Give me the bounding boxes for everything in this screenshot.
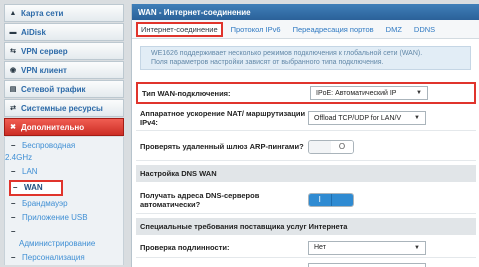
info-line: Поля параметров настройки зависят от выб… [151,58,384,66]
nat-value: Offload TCP/UDP for LAN/V [314,114,402,122]
sidebar: ▲ Карта сети ▬ AiDisk ⇆ VPN сервер ◉ VPN… [4,4,124,267]
wan-type-value: IPoE: Автоматический IP [316,89,397,97]
dns-section-header: Настройка DNS WAN [136,165,476,182]
submenu-item-label: WAN [24,183,43,192]
auth-label: Проверка подлинности: [140,243,230,252]
isp-section-header: Специальные требования поставщика услуг … [136,218,476,235]
wan-type-label: Тип WAN-подключения: [142,88,231,98]
sidebar-item-label: Сетевой трафик [21,84,86,94]
sidebar-item-vpn-client[interactable]: ◉ VPN клиент [4,61,124,79]
info-box: WE1626 поддерживает несколько режимов по… [140,46,471,70]
dash-icon: – [11,167,16,176]
auth-row: Проверка подлинности: Нет ▼ [136,238,476,258]
arp-label: Проверять удаленный шлюз ARP-пингами? [140,142,304,151]
tab-bar: Интернет-соединение Протокол IPv6 Переад… [132,20,479,39]
submenu-item-label: Беспроводная [22,141,76,150]
tab-ddns[interactable]: DDNS [414,25,435,34]
tab-port-forwarding[interactable]: Переадресация портов [293,25,374,34]
sidebar-item-vpn-server[interactable]: ⇆ VPN сервер [4,42,124,60]
next-field-input[interactable] [308,263,426,267]
nat-label: Аппаратное ускорение NAT/ маршрутизации … [140,109,306,127]
submenu-item-admin-dash: – [5,225,123,239]
sidebar-item-label: Карта сети [21,8,64,18]
disk-icon: ▬ [9,28,17,36]
vpn-server-icon: ⇆ [10,48,16,55]
sidebar-item-network-map[interactable]: ▲ Карта сети [4,4,124,22]
toggle-on-label: I [309,193,332,206]
submenu-item-usb[interactable]: – Приложение USB [5,211,123,225]
submenu-item-label: Персонализация [22,253,85,262]
sidebar-item-traffic[interactable]: ▤ Сетевой трафик [4,80,124,98]
submenu-item-wireless-band: 2.4GHz [5,153,33,162]
page-title: WAN - Интернет-соединение [132,4,479,20]
wrench-icon: ✖ [10,124,16,131]
dash-icon: – [11,199,16,208]
submenu-item-lan[interactable]: – LAN [5,165,123,179]
auth-value: Нет [314,244,326,251]
dns-auto-toggle[interactable]: I [308,192,354,207]
main-panel: WAN - Интернет-соединение Интернет-соеди… [131,4,479,267]
wan-type-row: Тип WAN-подключения: IPoE: Автоматически… [136,82,476,104]
chevron-down-icon: ▼ [414,244,420,251]
tab-dmz[interactable]: DMZ [386,25,402,34]
sidebar-item-resources[interactable]: ⇄ Системные ресурсы [4,99,124,117]
wan-type-select[interactable]: IPoE: Автоматический IP ▼ [310,86,428,100]
nat-acceleration-select[interactable]: Offload TCP/UDP for LAN/V ▼ [308,111,426,125]
tab-ipv6[interactable]: Протокол IPv6 [231,25,281,34]
sidebar-item-advanced[interactable]: ✖ Дополнительно [4,118,124,136]
vpn-client-icon: ◉ [9,67,17,74]
submenu-item-label: Приложение USB [22,213,88,222]
arp-ping-row: Проверять удаленный шлюз ARP-пингами? O [136,133,476,161]
toggle-right [331,193,353,206]
submenu-item-admin[interactable]: Администрирование [5,239,123,251]
sidebar-item-aidisk[interactable]: ▬ AiDisk [4,23,124,41]
arp-ping-toggle[interactable]: O [308,139,354,154]
auth-select[interactable]: Нет ▼ [308,240,426,255]
chevron-down-icon: ▼ [416,90,422,96]
dns-label: Получать адреса DNS-серверов автоматичес… [140,190,260,209]
dash-icon: – [11,227,16,236]
router-admin-page: ▲ Карта сети ▬ AiDisk ⇆ VPN сервер ◉ VPN… [0,0,479,267]
advanced-submenu: – Беспроводная 2.4GHz – LAN – WAN – Бран… [4,137,124,265]
dash-icon: – [11,141,16,150]
submenu-item-label: LAN [22,167,38,176]
resources-icon: ⇄ [10,105,16,112]
sidebar-item-label: AiDisk [21,27,46,37]
dash-icon: – [13,183,18,192]
sidebar-item-label: VPN клиент [21,65,67,75]
dash-icon: – [11,253,16,262]
dash-icon: – [11,213,16,222]
toggle-off-label: O [331,140,353,153]
traffic-icon: ▤ [9,86,17,93]
submenu-item-wireless[interactable]: – Беспроводная [5,139,123,153]
submenu-item-wan[interactable]: – WAN [9,180,63,196]
tab-internet-connection[interactable]: Интернет-соединение [136,21,223,37]
sidebar-item-label: Системные ресурсы [21,103,103,113]
home-icon: ▲ [9,9,17,17]
info-line: WE1626 поддерживает несколько режимов по… [151,50,423,57]
toggle-left [309,140,331,153]
sidebar-item-label: VPN сервер [21,46,68,56]
dns-auto-row: Получать адреса DNS-серверов автоматичес… [136,186,476,214]
submenu-item-label: Брандмауэр [22,199,68,208]
submenu-item-personalize[interactable]: – Персонализация [5,251,123,265]
chevron-down-icon: ▼ [414,115,420,121]
next-field-row [136,262,476,267]
submenu-item-firewall[interactable]: – Брандмауэр [5,197,123,211]
sidebar-item-label: Дополнительно [21,122,85,132]
nat-acceleration-row: Аппаратное ускорение NAT/ маршрутизации … [136,106,476,131]
